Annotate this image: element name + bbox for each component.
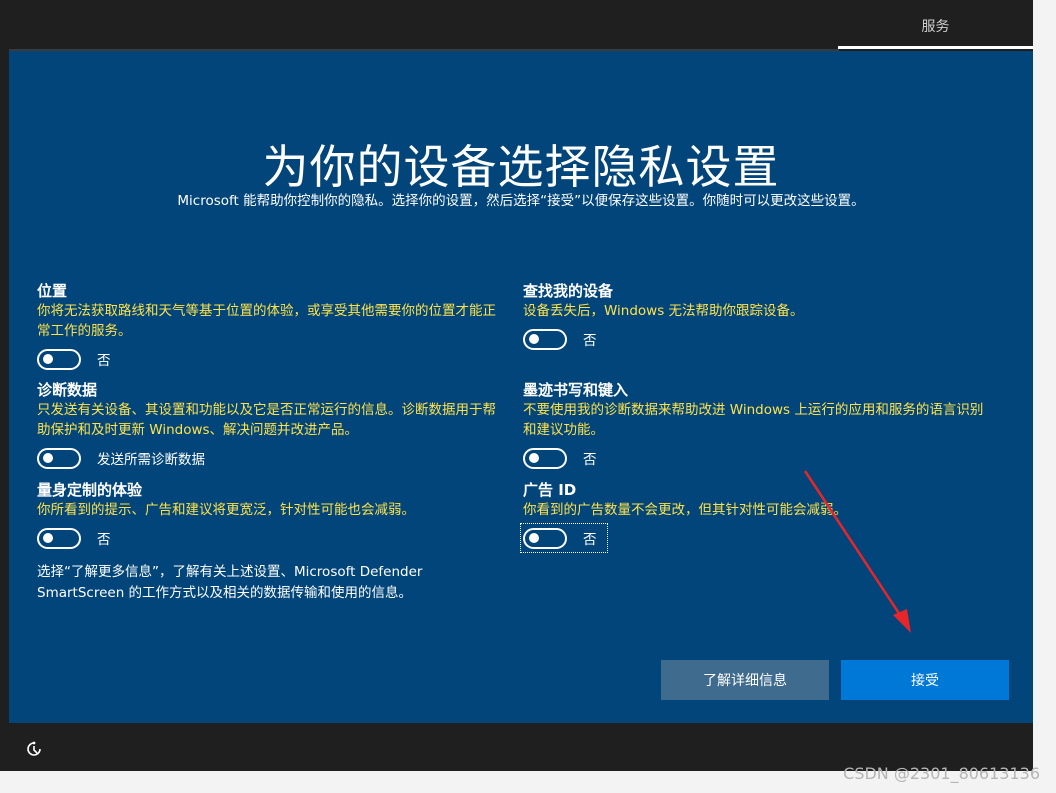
setting-title: 诊断数据 [37, 381, 98, 399]
page-title: 为你的设备选择隐私设置 [262, 140, 780, 194]
toggle-state-label: 否 [97, 353, 111, 369]
setting-description: 你将无法获取路线和天气等基于位置的体验，或享受其他需要你的位置才能正常工作的服务… [37, 303, 496, 339]
tailored-toggle[interactable] [37, 527, 81, 549]
setting-tailored-experiences: 量身定制的体验 你所看到的提示、广告和建议将更宽泛，针对性可能也会减弱。 否 [37, 480, 507, 550]
toggle-state-label: 否 [583, 333, 597, 349]
ad-id-toggle-focus: 否 [520, 523, 608, 553]
toggle-knob [43, 533, 53, 543]
location-toggle[interactable] [37, 348, 81, 370]
setting-title: 量身定制的体验 [37, 481, 143, 499]
toggle-state-label: 发送所需诊断数据 [97, 452, 205, 468]
learn-more-note: 选择“了解更多信息”，了解有关上述设置、Microsoft Defender S… [37, 564, 423, 601]
watermark: CSDN @2301_80613136 [843, 764, 1040, 783]
find-device-toggle[interactable] [523, 328, 567, 350]
toggle-state-label: 否 [583, 532, 597, 548]
accessibility-icon[interactable] [25, 740, 43, 758]
setting-description: 只发送有关设备、其设置和功能以及它是否正常运行的信息。诊断数据用于帮助保护和及时… [37, 402, 496, 438]
setting-inking-typing: 墨迹书写和键入 不要使用我的诊断数据来帮助改进 Windows 上运行的应用和服… [523, 380, 993, 470]
learn-more-button[interactable]: 了解详细信息 [661, 660, 829, 700]
setting-find-my-device: 查找我的设备 设备丢失后，Windows 无法帮助你跟踪设备。 否 [523, 281, 993, 351]
diagnostics-toggle[interactable] [37, 447, 81, 469]
inking-toggle[interactable] [523, 447, 567, 469]
setting-diagnostics: 诊断数据 只发送有关设备、其设置和功能以及它是否正常运行的信息。诊断数据用于帮助… [37, 380, 507, 470]
setting-title: 位置 [37, 282, 68, 300]
toggle-knob [529, 533, 539, 543]
setting-title: 查找我的设备 [523, 282, 614, 300]
setting-location: 位置 你将无法获取路线和天气等基于位置的体验，或享受其他需要你的位置才能正常工作… [37, 281, 507, 371]
toggle-state-label: 否 [583, 452, 597, 468]
setting-title: 墨迹书写和键入 [523, 381, 629, 399]
setting-description: 你所看到的提示、广告和建议将更宽泛，针对性可能也会减弱。 [37, 502, 415, 518]
toggle-state-label: 否 [97, 532, 111, 548]
annotation-arrow [803, 470, 911, 633]
page-subtitle: Microsoft 能帮助你控制你的隐私。选择你的设置，然后选择“接受”以便保存… [177, 193, 865, 209]
accept-button[interactable]: 接受 [841, 660, 1009, 700]
tab-services[interactable]: 服务 [838, 6, 1033, 49]
privacy-panel: 为你的设备选择隐私设置 Microsoft 能帮助你控制你的隐私。选择你的设置，… [9, 51, 1033, 723]
ad-id-toggle[interactable] [523, 527, 567, 549]
toggle-knob [43, 453, 53, 463]
setting-description: 不要使用我的诊断数据来帮助改进 Windows 上运行的应用和服务的语言识别和建… [523, 402, 984, 438]
toggle-knob [43, 354, 53, 364]
toggle-knob [529, 453, 539, 463]
toggle-knob [529, 334, 539, 344]
setting-description: 设备丢失后，Windows 无法帮助你跟踪设备。 [523, 303, 804, 319]
